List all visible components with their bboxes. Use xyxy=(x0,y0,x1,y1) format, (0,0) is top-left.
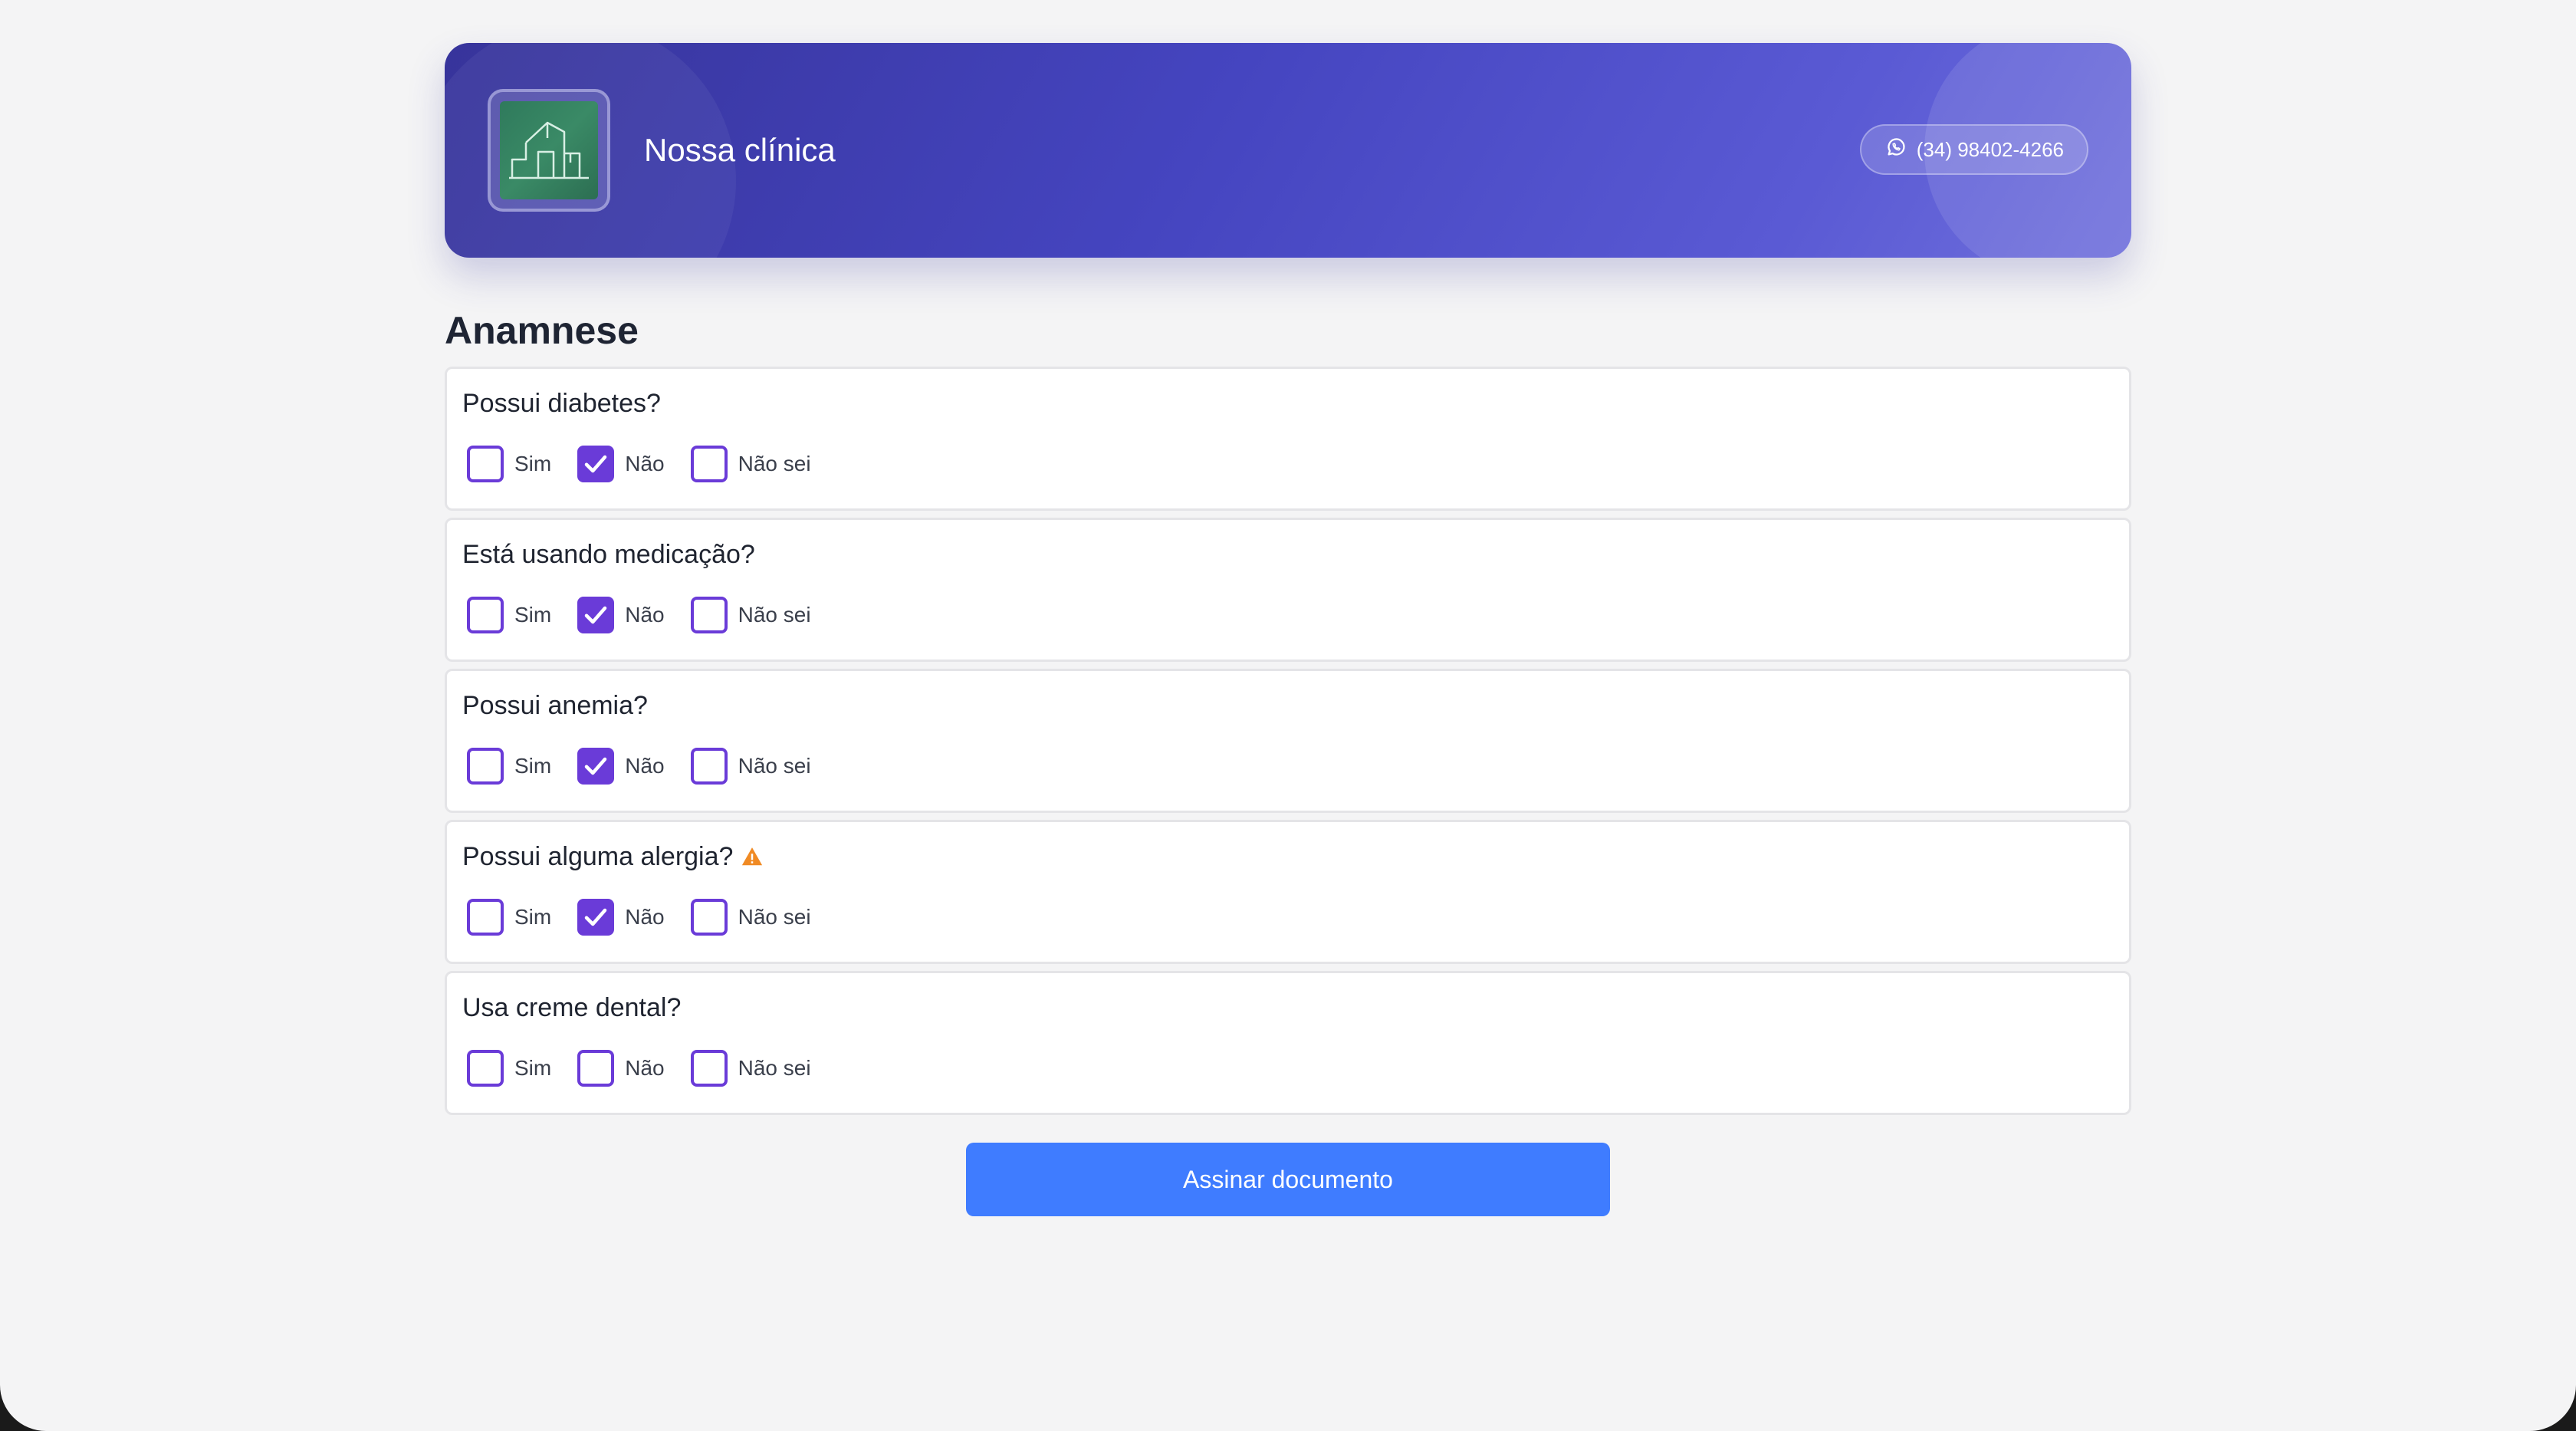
option-label: Não xyxy=(625,603,665,627)
checkbox-sim[interactable] xyxy=(467,899,504,936)
checkbox-nao[interactable] xyxy=(577,597,615,633)
phone-number: (34) 98402-4266 xyxy=(1916,137,2064,161)
clinic-header: Nossa clínica (34) 98402-4266 xyxy=(445,43,2131,258)
option-nao[interactable]: Não xyxy=(577,748,665,785)
question-title: Usa creme dental? xyxy=(462,989,2114,1027)
screen: Nossa clínica (34) 98402-4266 Anamnese P… xyxy=(0,0,2576,1431)
question-text: Usa creme dental? xyxy=(462,993,682,1022)
option-label: Sim xyxy=(514,905,552,929)
option-label: Sim xyxy=(514,754,552,778)
question-text: Possui alguma alergia? xyxy=(462,842,734,871)
question-card: Usa creme dental? Sim Não Não sei xyxy=(445,971,2131,1115)
option-label: Sim xyxy=(514,452,552,475)
option-label: Não xyxy=(625,754,665,778)
page-container: Nossa clínica (34) 98402-4266 Anamnese P… xyxy=(445,43,2131,1216)
option-nao-sei[interactable]: Não sei xyxy=(690,748,811,785)
whatsapp-icon xyxy=(1884,136,1907,164)
questions-list: Possui diabetes? Sim Não Não sei Está usando… xyxy=(445,367,2131,1115)
question-title: Possui alguma alergia? xyxy=(462,837,2114,876)
option-nao[interactable]: Não xyxy=(577,597,665,633)
whatsapp-phone-button[interactable]: (34) 98402-4266 xyxy=(1859,124,2088,175)
option-label: Não sei xyxy=(738,452,811,475)
option-label: Não sei xyxy=(738,905,811,929)
option-label: Não sei xyxy=(738,603,811,627)
option-label: Não sei xyxy=(738,1056,811,1080)
option-label: Sim xyxy=(514,1056,552,1080)
warning-icon xyxy=(741,845,764,868)
question-text: Está usando medicação? xyxy=(462,540,755,569)
answer-options: Sim Não Não sei xyxy=(467,748,837,785)
option-label: Não xyxy=(625,1056,665,1080)
option-label: Sim xyxy=(514,603,552,627)
option-label: Não xyxy=(625,452,665,475)
option-nao[interactable]: Não xyxy=(577,1050,665,1087)
submit-area: Assinar documento xyxy=(445,1143,2131,1216)
clinic-logo xyxy=(488,89,610,212)
checkbox-nao-sei[interactable] xyxy=(690,748,728,785)
question-card: Possui diabetes? Sim Não Não sei xyxy=(445,367,2131,511)
option-sim[interactable]: Sim xyxy=(467,597,551,633)
checkbox-nao-sei[interactable] xyxy=(690,597,728,633)
answer-options: Sim Não Não sei xyxy=(467,899,837,936)
checkbox-sim[interactable] xyxy=(467,1050,504,1087)
checkbox-sim[interactable] xyxy=(467,597,504,633)
option-label: Não sei xyxy=(738,754,811,778)
option-sim[interactable]: Sim xyxy=(467,748,551,785)
option-sim[interactable]: Sim xyxy=(467,446,551,482)
option-nao-sei[interactable]: Não sei xyxy=(690,446,811,482)
checkbox-nao[interactable] xyxy=(577,899,615,936)
checkbox-nao-sei[interactable] xyxy=(690,899,728,936)
building-logo-icon xyxy=(500,101,598,199)
question-card: Possui anemia? Sim Não Não sei xyxy=(445,669,2131,813)
answer-options: Sim Não Não sei xyxy=(467,446,837,482)
checkbox-nao[interactable] xyxy=(577,748,615,785)
option-nao[interactable]: Não xyxy=(577,446,665,482)
checkbox-sim[interactable] xyxy=(467,446,504,482)
clinic-name: Nossa clínica xyxy=(644,132,836,168)
section-title: Anamnese xyxy=(445,309,639,352)
checkbox-nao-sei[interactable] xyxy=(690,446,728,482)
option-nao-sei[interactable]: Não sei xyxy=(690,1050,811,1087)
question-text: Possui anemia? xyxy=(462,691,648,720)
question-text: Possui diabetes? xyxy=(462,389,661,418)
sign-document-button[interactable]: Assinar documento xyxy=(966,1143,1610,1216)
checkbox-nao[interactable] xyxy=(577,446,615,482)
question-card: Está usando medicação? Sim Não Não sei xyxy=(445,518,2131,662)
question-title: Possui diabetes? xyxy=(462,384,2114,423)
option-nao[interactable]: Não xyxy=(577,899,665,936)
question-title: Possui anemia? xyxy=(462,686,2114,725)
option-label: Não xyxy=(625,905,665,929)
checkbox-nao-sei[interactable] xyxy=(690,1050,728,1087)
option-nao-sei[interactable]: Não sei xyxy=(690,899,811,936)
option-sim[interactable]: Sim xyxy=(467,899,551,936)
checkbox-sim[interactable] xyxy=(467,748,504,785)
answer-options: Sim Não Não sei xyxy=(467,1050,837,1087)
option-sim[interactable]: Sim xyxy=(467,1050,551,1087)
checkbox-nao[interactable] xyxy=(577,1050,615,1087)
answer-options: Sim Não Não sei xyxy=(467,597,837,633)
option-nao-sei[interactable]: Não sei xyxy=(690,597,811,633)
question-title: Está usando medicação? xyxy=(462,535,2114,574)
question-card: Possui alguma alergia? Sim Não Não sei xyxy=(445,820,2131,964)
